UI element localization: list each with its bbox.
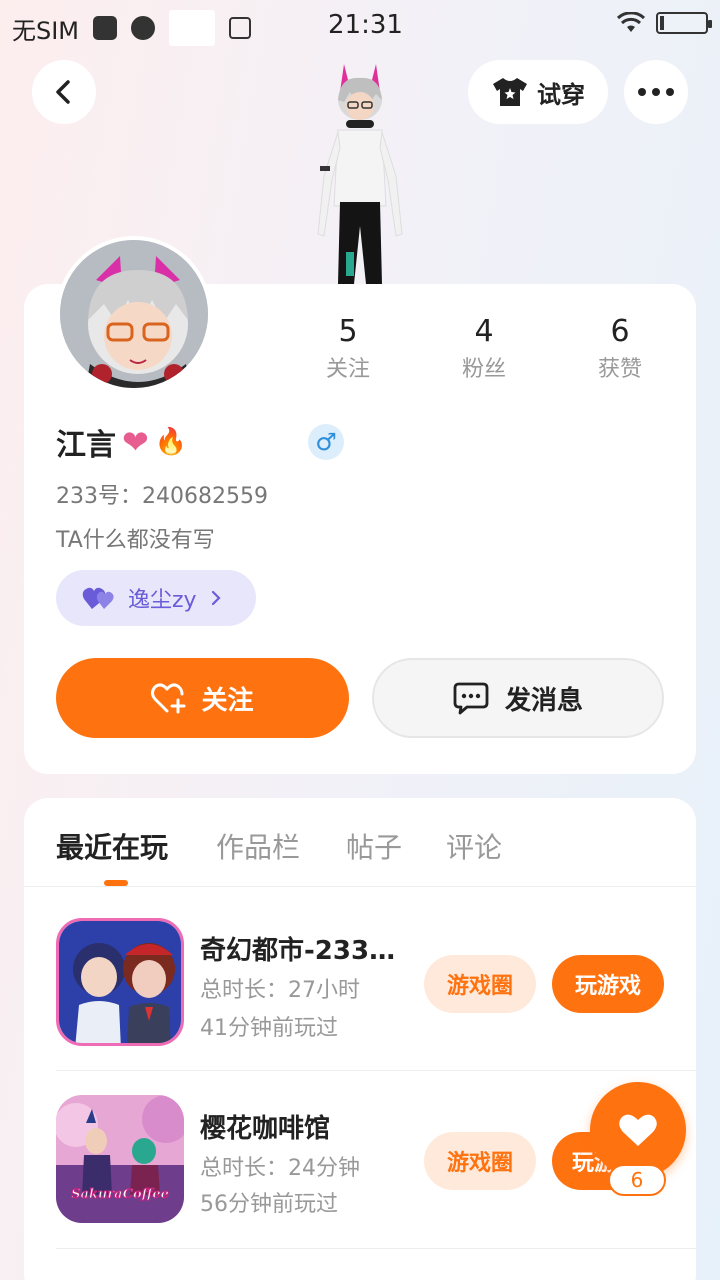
tab-divider (24, 886, 696, 887)
back-button[interactable] (32, 60, 96, 124)
heart-emoji-icon: ❤ (122, 423, 149, 461)
more-dots-icon (638, 88, 674, 96)
row-divider (56, 1248, 696, 1249)
try-on-button[interactable]: 试穿 (468, 60, 608, 124)
game-duration: 总时长：24分钟 (200, 1156, 360, 1181)
game-name[interactable]: 樱花咖啡馆 (200, 1108, 330, 1145)
book-icon (169, 10, 216, 46)
game-artwork (59, 921, 181, 1043)
game-name[interactable]: 奇幻都市-233… (200, 930, 395, 967)
username-row: 江言 ❤ 🔥 (56, 420, 187, 464)
chevron-left-icon (56, 80, 70, 104)
username: 江言 (56, 428, 116, 463)
double-heart-icon (82, 587, 114, 609)
game-circle-button[interactable]: 游戏圈 (424, 1132, 536, 1190)
cp-relationship-chip[interactable]: 逸尘zy (56, 570, 256, 626)
follow-button[interactable]: 关注 (56, 658, 349, 738)
cp-name: 逸尘zy (128, 588, 197, 613)
game-last-played: 41分钟前玩过 (200, 1016, 338, 1041)
dollar-icon (229, 17, 252, 39)
heart-icon (619, 1114, 657, 1146)
tab-posts[interactable]: 帖子 (346, 826, 402, 866)
game-last-played: 56分钟前玩过 (200, 1192, 338, 1217)
stat-following-label: 关注 (325, 357, 370, 382)
avatar-3d-figure[interactable] (300, 56, 420, 284)
clock: 21:31 (328, 10, 403, 40)
status-bar: 无SIM 21:31 (0, 0, 720, 50)
game-icon-fantasy-city[interactable] (56, 918, 184, 1046)
stat-likes-count: 6 (610, 314, 630, 349)
play-game-button[interactable]: 玩游戏 (552, 955, 664, 1013)
shirt-icon (493, 78, 527, 106)
chat-bubble-icon (453, 682, 489, 715)
row-divider (56, 1070, 696, 1071)
game-icon-sakura-coffee[interactable]: SakuraCoffee (56, 1095, 184, 1223)
carrier-label: 无SIM (12, 16, 80, 45)
stat-following-count: 5 (338, 314, 358, 349)
stat-followers-count: 4 (474, 314, 494, 349)
stat-following[interactable]: 5 关注 (298, 312, 398, 388)
tab-works[interactable]: 作品栏 (216, 826, 300, 866)
send-message-label: 发消息 (504, 685, 583, 716)
status-right (616, 12, 712, 34)
try-on-label: 试穿 (537, 80, 585, 109)
game-circle-button[interactable]: 游戏圈 (424, 955, 536, 1013)
tab-comments[interactable]: 评论 (446, 826, 502, 866)
notification-icon (93, 16, 118, 40)
send-message-button[interactable]: 发消息 (372, 658, 664, 738)
status-left: 无SIM (12, 10, 252, 46)
user-id: 233号：240682559 (56, 484, 268, 509)
game-icon-label: SakuraCoffee (71, 1187, 170, 1203)
stat-likes-label: 获赞 (597, 357, 642, 382)
more-button[interactable] (624, 60, 688, 124)
wifi-icon (616, 12, 646, 32)
stat-followers-label: 粉丝 (461, 357, 506, 382)
follow-label: 关注 (201, 685, 254, 716)
stat-followers[interactable]: 4 粉丝 (434, 312, 534, 388)
battery-icon (656, 12, 712, 34)
user-bio: TA什么都没有写 (56, 528, 215, 553)
stat-likes[interactable]: 6 获赞 (570, 312, 670, 388)
game-duration: 总时长：27小时 (200, 978, 360, 1003)
tab-recently-played[interactable]: 最近在玩 (56, 826, 168, 866)
heart-plus-icon (151, 683, 186, 714)
chevron-right-icon (211, 590, 221, 606)
like-count-badge: 6 (608, 1164, 666, 1196)
male-gender-icon: ♂ (308, 424, 344, 460)
fire-emoji-icon: 🔥 (154, 427, 188, 457)
game-artwork (56, 1095, 184, 1223)
user-avatar[interactable] (56, 236, 212, 392)
app-notification-icon (131, 16, 156, 40)
